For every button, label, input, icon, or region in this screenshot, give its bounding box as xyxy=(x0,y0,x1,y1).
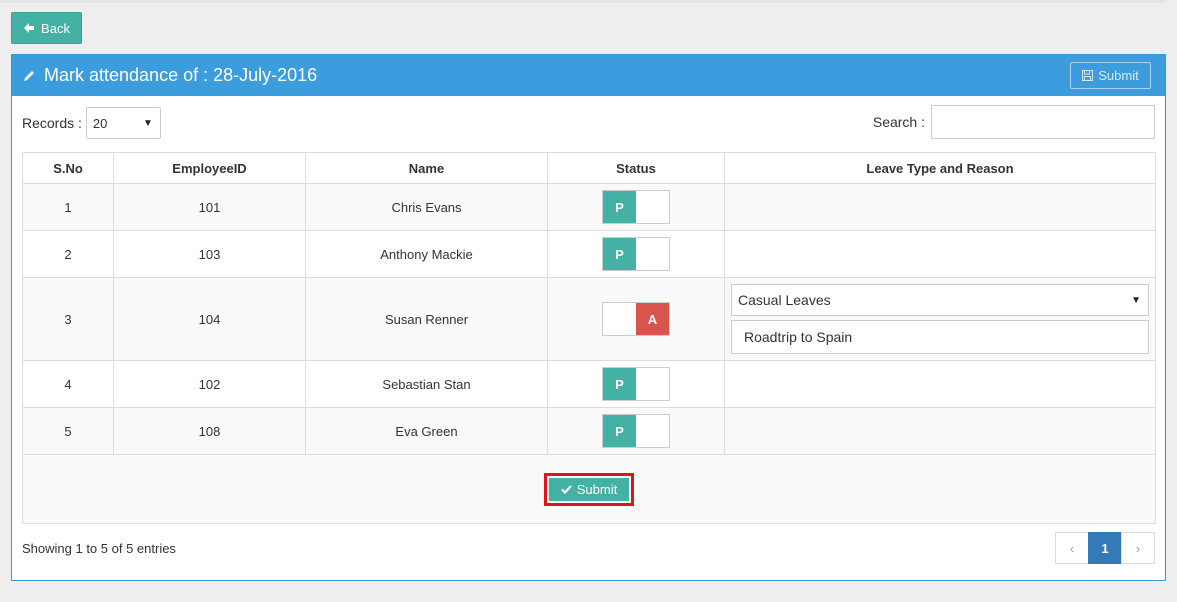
cell-status: P xyxy=(547,407,725,455)
cell-status: P xyxy=(547,183,725,231)
status-toggle[interactable]: A xyxy=(602,302,670,336)
records-value: 20 xyxy=(92,115,108,131)
cell-status: P xyxy=(547,360,725,408)
toggle-handle xyxy=(603,303,636,335)
cell-name: Sebastian Stan xyxy=(305,360,548,408)
page-title: Mark attendance of : 28-July-2016 xyxy=(44,65,318,85)
col-header-status[interactable]: Status xyxy=(547,152,725,184)
cell-sno: 3 xyxy=(22,277,114,361)
pencil-icon xyxy=(24,70,34,81)
cell-leave: Casual Leaves ▼ Roadtrip to Spain xyxy=(724,277,1156,361)
table-row: 2 103 Anthony Mackie P xyxy=(22,230,1156,278)
status-present: P xyxy=(603,415,636,447)
next-page-button[interactable]: › xyxy=(1121,532,1155,564)
cell-name: Chris Evans xyxy=(305,183,548,231)
back-button[interactable]: Back xyxy=(11,12,82,44)
submit-highlight: Submit xyxy=(544,472,634,506)
leave-type-value: Casual Leaves xyxy=(738,292,831,308)
cell-employee-id: 108 xyxy=(113,407,306,455)
table-header-row: S.No EmployeeID Name Status Leave Type a… xyxy=(22,152,1156,184)
cell-employee-id: 104 xyxy=(113,277,306,361)
cell-name: Eva Green xyxy=(305,407,548,455)
header-submit-button[interactable]: Submit xyxy=(1070,62,1151,89)
cell-leave xyxy=(724,360,1156,408)
page-1-button[interactable]: 1 xyxy=(1088,532,1122,564)
records-control: Records : 20 ▼ xyxy=(22,107,161,139)
cell-status: P xyxy=(547,230,725,278)
cell-status: A xyxy=(547,277,725,361)
cell-employee-id: 102 xyxy=(113,360,306,408)
caret-down-icon: ▼ xyxy=(1131,294,1141,306)
top-strip xyxy=(0,0,1165,3)
cell-name: Anthony Mackie xyxy=(305,230,548,278)
col-header-name[interactable]: Name xyxy=(305,152,548,184)
records-select[interactable]: 20 ▼ xyxy=(85,107,161,139)
status-toggle[interactable]: P xyxy=(602,190,670,224)
panel-header: Mark attendance of : 28-July-2016 Submit xyxy=(12,55,1165,96)
entries-info: Showing 1 to 5 of 5 entries xyxy=(22,541,176,556)
cell-leave xyxy=(724,230,1156,278)
cell-name: Susan Renner xyxy=(305,277,548,361)
status-toggle[interactable]: P xyxy=(602,414,670,448)
cell-employee-id: 101 xyxy=(113,183,306,231)
header-submit-label: Submit xyxy=(1098,68,1139,83)
leave-reason-value: Roadtrip to Spain xyxy=(744,329,853,345)
table-footer-row: Submit xyxy=(22,454,1156,524)
pagination: ‹ 1 › xyxy=(1055,532,1155,564)
cell-sno: 4 xyxy=(22,360,114,408)
submit-label: Submit xyxy=(576,481,618,497)
records-label: Records : xyxy=(22,115,82,131)
submit-button[interactable]: Submit xyxy=(549,477,629,501)
col-header-leave[interactable]: Leave Type and Reason xyxy=(724,152,1156,184)
status-toggle[interactable]: P xyxy=(602,237,670,271)
search-label: Search : xyxy=(872,114,925,130)
status-present: P xyxy=(603,368,636,400)
cell-sno: 5 xyxy=(22,407,114,455)
cell-leave xyxy=(724,407,1156,455)
caret-down-icon: ▼ xyxy=(143,117,153,129)
cell-sno: 2 xyxy=(22,230,114,278)
attendance-panel: Mark attendance of : 28-July-2016 Submit… xyxy=(11,54,1166,581)
submit-cell: Submit xyxy=(22,454,1156,524)
leave-reason-input[interactable]: Roadtrip to Spain xyxy=(731,320,1149,354)
prev-page-button[interactable]: ‹ xyxy=(1055,532,1089,564)
attendance-table: S.No EmployeeID Name Status Leave Type a… xyxy=(22,152,1156,524)
col-header-employee-id[interactable]: EmployeeID xyxy=(113,152,306,184)
table-row: 3 104 Susan Renner A Casual Leaves ▼ Roa… xyxy=(22,277,1156,361)
status-present: P xyxy=(603,191,636,223)
arrow-left-icon xyxy=(24,23,35,33)
table-row: 4 102 Sebastian Stan P xyxy=(22,360,1156,408)
back-label: Back xyxy=(41,20,70,36)
toggle-handle xyxy=(636,415,669,447)
table-row: 1 101 Chris Evans P xyxy=(22,183,1156,231)
cell-sno: 1 xyxy=(22,183,114,231)
search-input[interactable] xyxy=(931,105,1155,139)
toggle-handle xyxy=(636,238,669,270)
save-icon xyxy=(1082,70,1094,81)
toggle-handle xyxy=(636,368,669,400)
status-absent: A xyxy=(636,303,669,335)
cell-employee-id: 103 xyxy=(113,230,306,278)
col-header-sno[interactable]: S.No xyxy=(22,152,114,184)
check-icon xyxy=(560,484,572,494)
search-control: Search : xyxy=(873,105,1155,139)
toggle-handle xyxy=(636,191,669,223)
leave-type-select[interactable]: Casual Leaves ▼ xyxy=(731,284,1149,316)
status-present: P xyxy=(603,238,636,270)
table-row: 5 108 Eva Green P xyxy=(22,407,1156,455)
cell-leave xyxy=(724,183,1156,231)
status-toggle[interactable]: P xyxy=(602,367,670,401)
